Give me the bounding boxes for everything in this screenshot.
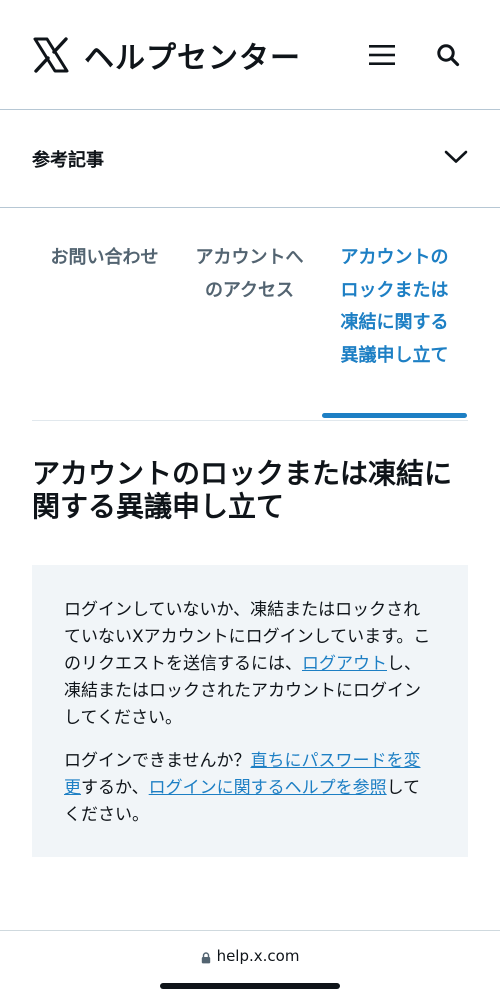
notice-paragraph-logout: ログインしていないか、凍結またはロックされていないXアカウントにログインしていま… xyxy=(64,597,436,732)
browser-url-bar[interactable]: help.x.com xyxy=(0,930,500,999)
tab-contact[interactable]: お問い合わせ xyxy=(32,208,177,420)
logout-link[interactable]: ログアウト xyxy=(302,654,387,674)
lock-icon xyxy=(201,950,211,964)
home-indicator[interactable] xyxy=(160,983,340,989)
tab-label: アカウントへのアクセス xyxy=(195,247,304,301)
url-text: help.x.com xyxy=(216,947,300,965)
related-articles-label: 参考記事 xyxy=(32,149,104,171)
related-articles-accordion[interactable]: 参考記事 xyxy=(0,110,500,208)
breadcrumb-tabs: お問い合わせ アカウントへのアクセス アカウントのロックまたは凍結に関する異議申… xyxy=(32,208,468,421)
page-title: アカウントのロックまたは凍結に関する異議申し立て xyxy=(32,457,453,523)
login-notice: ログインしていないか、凍結またはロックされていないXアカウントにログインしていま… xyxy=(32,565,468,857)
help-center-title[interactable]: ヘルプセンター xyxy=(84,33,362,77)
tab-label: アカウントのロックまたは凍結に関する異議申し立て xyxy=(340,247,449,366)
login-help-link[interactable]: ログインに関するヘルプを参照 xyxy=(149,778,387,798)
notice-text: するか、 xyxy=(81,778,149,798)
tab-label: お問い合わせ xyxy=(50,247,159,268)
site-header: ヘルプセンター xyxy=(0,0,500,110)
chevron-down-icon[interactable] xyxy=(444,149,468,168)
tab-appeal-lock-suspension[interactable]: アカウントのロックまたは凍結に関する異議申し立て xyxy=(322,208,467,420)
url-row: help.x.com xyxy=(0,931,500,981)
tab-account-access[interactable]: アカウントへのアクセス xyxy=(177,208,322,420)
x-logo-icon[interactable] xyxy=(32,36,70,74)
notice-text: ログインできませんか？ xyxy=(64,751,251,771)
notice-paragraph-help: ログインできませんか？直ちにパスワードを変更するか、ログインに関するヘルプを参照… xyxy=(64,748,436,829)
search-icon[interactable] xyxy=(428,35,468,75)
hamburger-menu-icon[interactable] xyxy=(362,35,402,75)
